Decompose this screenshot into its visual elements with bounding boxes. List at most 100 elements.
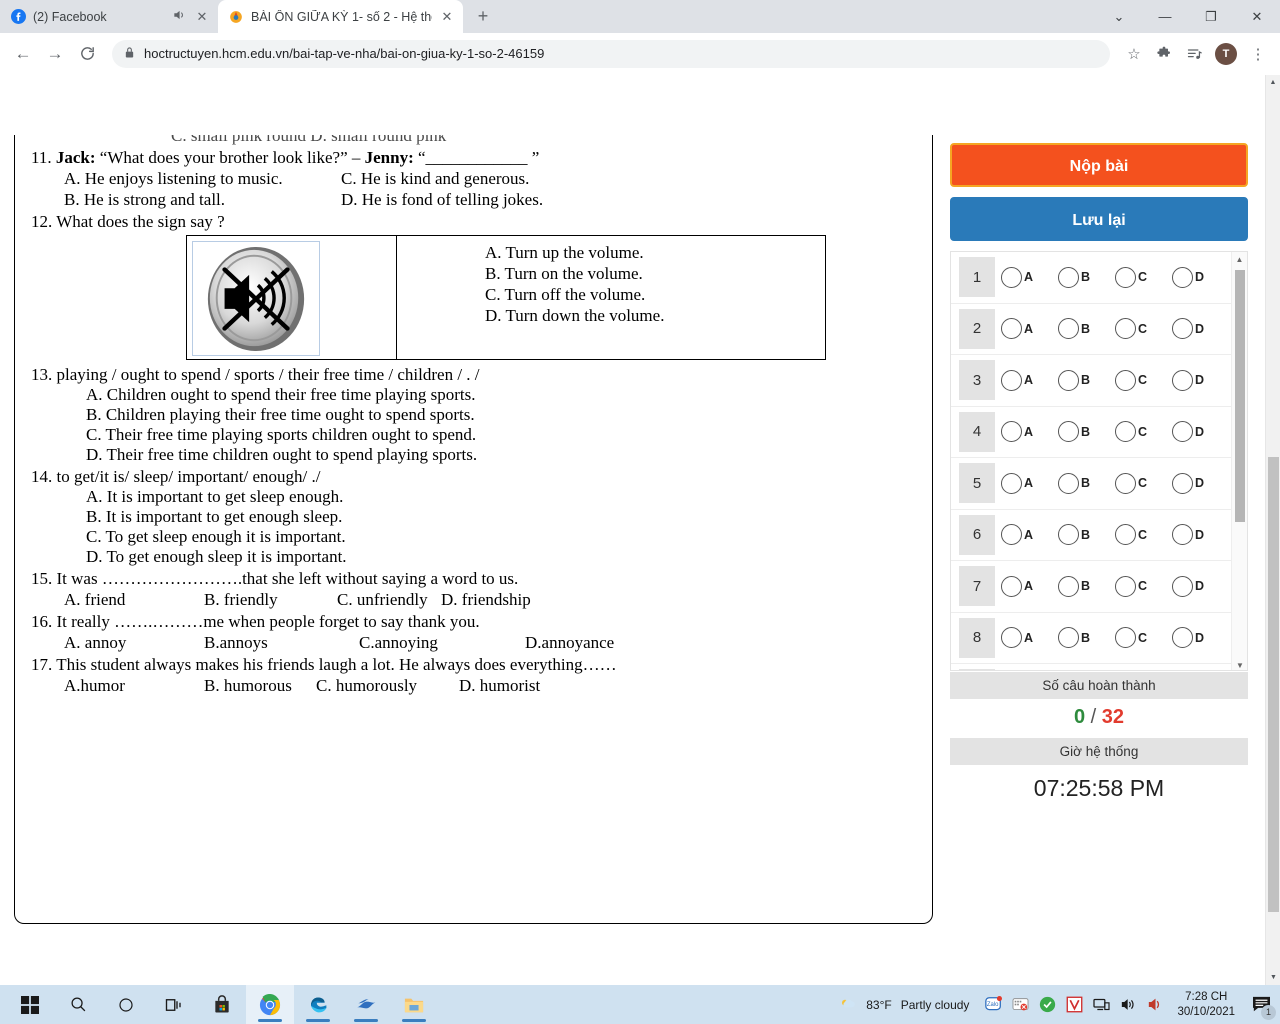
answer-option-b[interactable]: B bbox=[1058, 472, 1115, 494]
speaker-red-icon[interactable] bbox=[1146, 996, 1164, 1014]
save-button[interactable]: Lưu lại bbox=[950, 197, 1248, 241]
answer-option-b[interactable]: B bbox=[1058, 421, 1115, 443]
cortana-icon[interactable] bbox=[102, 985, 150, 1024]
task-view-icon[interactable] bbox=[150, 985, 198, 1024]
answer-option-d[interactable]: D bbox=[1172, 472, 1229, 494]
answer-option-a[interactable]: A bbox=[1001, 627, 1058, 649]
answer-option-c[interactable]: C bbox=[1115, 627, 1172, 649]
radio-icon[interactable] bbox=[1001, 472, 1022, 494]
green-shield-icon[interactable] bbox=[1038, 996, 1056, 1014]
network-icon[interactable] bbox=[1092, 996, 1110, 1014]
google-chrome-icon[interactable] bbox=[246, 985, 294, 1024]
radio-icon[interactable] bbox=[1115, 472, 1136, 494]
answer-sheet-scrollbar[interactable]: ▲ ▼ bbox=[1231, 252, 1247, 670]
radio-icon[interactable] bbox=[1172, 524, 1193, 546]
radio-icon[interactable] bbox=[1115, 421, 1136, 443]
radio-icon[interactable] bbox=[1001, 575, 1022, 597]
radio-icon[interactable] bbox=[1172, 472, 1193, 494]
answer-option-b[interactable]: B bbox=[1058, 575, 1115, 597]
scrollbar-thumb[interactable] bbox=[1235, 270, 1245, 522]
page-scrollbar-thumb[interactable] bbox=[1268, 457, 1279, 912]
answer-option-d[interactable]: D bbox=[1172, 627, 1229, 649]
radio-icon[interactable] bbox=[1001, 627, 1022, 649]
answer-option-c[interactable]: C bbox=[1115, 266, 1172, 288]
answer-option-b[interactable]: B bbox=[1058, 524, 1115, 546]
radio-icon[interactable] bbox=[1058, 472, 1079, 494]
volume-icon[interactable] bbox=[1119, 996, 1137, 1014]
answer-option-c[interactable]: C bbox=[1115, 472, 1172, 494]
answer-option-a[interactable]: A bbox=[1001, 524, 1058, 546]
weather-description[interactable]: Partly cloudy bbox=[901, 998, 970, 1012]
answer-option-c[interactable]: C bbox=[1115, 421, 1172, 443]
radio-icon[interactable] bbox=[1172, 266, 1193, 288]
forward-icon[interactable]: → bbox=[40, 39, 70, 69]
answer-option-d[interactable]: D bbox=[1172, 318, 1229, 340]
radio-icon[interactable] bbox=[1001, 266, 1022, 288]
answer-option-d[interactable]: D bbox=[1172, 421, 1229, 443]
page-scroll-down-icon[interactable]: ▼ bbox=[1266, 970, 1280, 985]
radio-icon[interactable] bbox=[1115, 369, 1136, 391]
answer-option-c[interactable]: C bbox=[1115, 524, 1172, 546]
file-explorer-icon[interactable] bbox=[390, 985, 438, 1024]
radio-icon[interactable] bbox=[1001, 524, 1022, 546]
answer-option-d[interactable]: D bbox=[1172, 266, 1229, 288]
answer-option-c[interactable]: C bbox=[1115, 369, 1172, 391]
minimize-button[interactable]: — bbox=[1142, 0, 1188, 33]
radio-icon[interactable] bbox=[1172, 421, 1193, 443]
microsoft-edge-icon[interactable] bbox=[294, 985, 342, 1024]
menu-icon[interactable]: ⋮ bbox=[1244, 40, 1272, 68]
submit-button[interactable]: Nộp bài bbox=[950, 143, 1248, 187]
taskbar-clock[interactable]: 7:28 CH 30/10/2021 bbox=[1173, 990, 1239, 1020]
zalo-icon[interactable] bbox=[342, 985, 390, 1024]
answer-option-c[interactable]: C bbox=[1115, 318, 1172, 340]
radio-icon[interactable] bbox=[1115, 627, 1136, 649]
bookmark-star-icon[interactable]: ☆ bbox=[1120, 40, 1148, 68]
answer-option-c[interactable]: C bbox=[1115, 575, 1172, 597]
tab-close-icon[interactable]: ✕ bbox=[194, 10, 210, 23]
radio-icon[interactable] bbox=[1172, 627, 1193, 649]
page-scrollbar[interactable]: ▲ ▼ bbox=[1265, 75, 1280, 985]
new-tab-button[interactable]: + bbox=[469, 2, 497, 30]
answer-option-b[interactable]: B bbox=[1058, 266, 1115, 288]
microsoft-store-icon[interactable] bbox=[198, 985, 246, 1024]
weather-icon[interactable] bbox=[839, 996, 857, 1014]
maximize-button[interactable]: ❐ bbox=[1188, 0, 1234, 33]
v-app-icon[interactable] bbox=[1065, 996, 1083, 1014]
radio-icon[interactable] bbox=[1058, 421, 1079, 443]
answer-option-d[interactable]: D bbox=[1172, 524, 1229, 546]
radio-icon[interactable] bbox=[1172, 369, 1193, 391]
address-bar[interactable]: hoctructuyen.hcm.edu.vn/bai-tap-ve-nha/b… bbox=[112, 39, 1110, 68]
answer-option-b[interactable]: B bbox=[1058, 627, 1115, 649]
unikey-tray-icon[interactable] bbox=[1011, 996, 1029, 1014]
notifications-icon[interactable]: 1 bbox=[1248, 992, 1276, 1020]
tab-audio-icon[interactable] bbox=[171, 8, 187, 25]
radio-icon[interactable] bbox=[1172, 318, 1193, 340]
radio-icon[interactable] bbox=[1058, 266, 1079, 288]
zalo-tray-icon[interactable]: Zalo bbox=[984, 996, 1002, 1014]
reload-icon[interactable] bbox=[72, 39, 102, 69]
radio-icon[interactable] bbox=[1058, 524, 1079, 546]
radio-icon[interactable] bbox=[1001, 421, 1022, 443]
radio-icon[interactable] bbox=[1058, 318, 1079, 340]
start-icon[interactable] bbox=[6, 985, 54, 1024]
radio-icon[interactable] bbox=[1058, 627, 1079, 649]
browser-tab-exam[interactable]: BÀI ÔN GIỮA KỲ 1- số 2 - Hệ thố ✕ bbox=[218, 0, 463, 33]
answer-option-a[interactable]: A bbox=[1001, 369, 1058, 391]
search-icon[interactable] bbox=[54, 985, 102, 1024]
scroll-up-arrow-icon[interactable]: ▲ bbox=[1232, 252, 1247, 266]
chevron-down-icon[interactable]: ⌄ bbox=[1096, 0, 1142, 33]
answer-option-b[interactable]: B bbox=[1058, 369, 1115, 391]
answer-option-d[interactable]: D bbox=[1172, 575, 1229, 597]
answer-option-a[interactable]: A bbox=[1001, 318, 1058, 340]
answer-option-a[interactable]: A bbox=[1001, 421, 1058, 443]
radio-icon[interactable] bbox=[1172, 575, 1193, 597]
answer-option-a[interactable]: A bbox=[1001, 266, 1058, 288]
answer-option-b[interactable]: B bbox=[1058, 318, 1115, 340]
close-button[interactable]: ✕ bbox=[1234, 0, 1280, 33]
radio-icon[interactable] bbox=[1001, 318, 1022, 340]
back-icon[interactable]: ← bbox=[8, 39, 38, 69]
radio-icon[interactable] bbox=[1001, 369, 1022, 391]
answer-option-d[interactable]: D bbox=[1172, 369, 1229, 391]
radio-icon[interactable] bbox=[1115, 266, 1136, 288]
puzzle-icon[interactable] bbox=[1150, 40, 1178, 68]
